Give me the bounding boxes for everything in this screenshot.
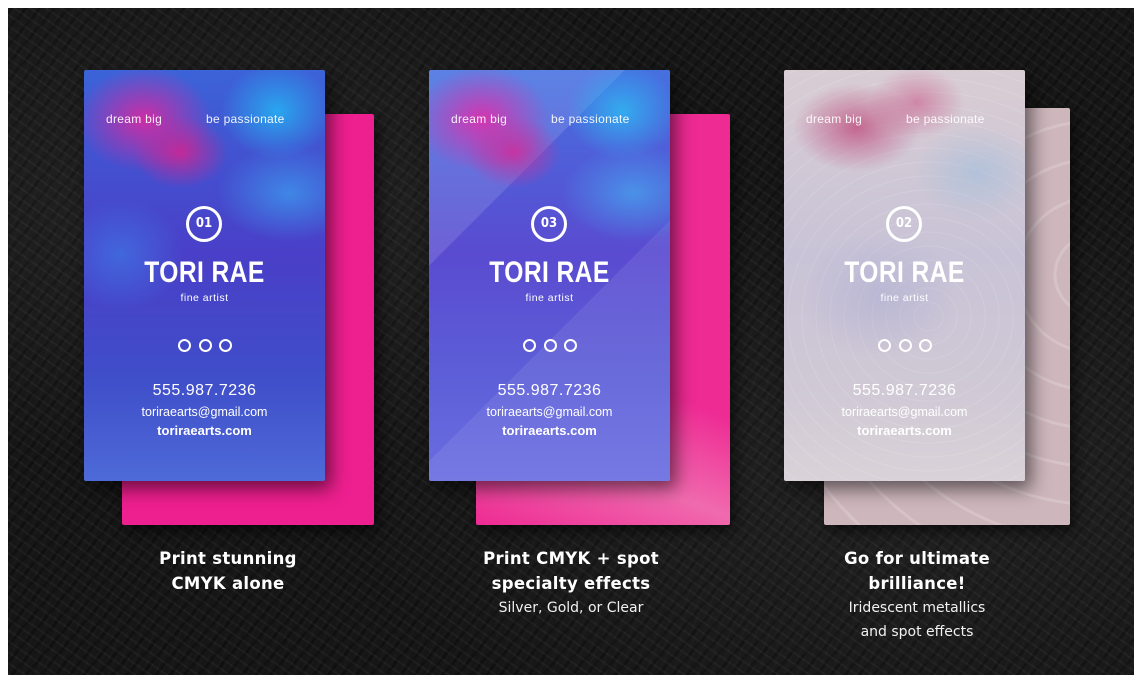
- card-name: TORI RAE: [844, 256, 965, 289]
- card-front-3: dream big be passionate 02 TORI RAE fine…: [784, 70, 1025, 481]
- card-website: toriraearts.com: [502, 423, 597, 438]
- card-role: fine artist: [525, 292, 574, 304]
- card-number-badge: 03: [531, 206, 567, 242]
- card-name: TORI RAE: [489, 256, 610, 289]
- caption-2: Print CMYK + spot specialty effects Silv…: [451, 546, 691, 620]
- caption-subtitle-line-1: Silver, Gold, or Clear: [498, 600, 644, 616]
- dots-icon: [178, 339, 232, 353]
- card-tagline-left: dream big: [806, 112, 863, 126]
- card-email: toriraearts@gmail.com: [141, 405, 268, 419]
- photo-background: dream big be passionate 01 TORI RAE fine…: [8, 8, 1134, 675]
- caption-title-line-1: Go for ultimate: [844, 549, 990, 568]
- caption-subtitle-line-2: and spot effects: [860, 624, 974, 640]
- caption-title-line-2: CMYK alone: [171, 574, 285, 593]
- caption-subtitle-line-1: Iridescent metallics: [848, 600, 986, 616]
- caption-3: Go for ultimate brilliance! Iridescent m…: [797, 546, 1037, 644]
- caption-1: Print stunning CMYK alone: [108, 546, 348, 596]
- card-tagline-right: be passionate: [551, 112, 630, 126]
- card-front-2: dream big be passionate 03 TORI RAE fine…: [429, 70, 670, 481]
- caption-title-line-1: Print stunning: [159, 549, 297, 568]
- card-phone: 555.987.7236: [852, 382, 957, 399]
- card-number-badge: 02: [886, 206, 922, 242]
- card-tagline-left: dream big: [451, 112, 508, 126]
- card-phone: 555.987.7236: [152, 382, 257, 399]
- card-website: toriraearts.com: [857, 423, 952, 438]
- card-email: toriraearts@gmail.com: [486, 405, 613, 419]
- card-name: TORI RAE: [144, 256, 265, 289]
- card-front-1: dream big be passionate 01 TORI RAE fine…: [84, 70, 325, 481]
- dots-icon: [878, 339, 932, 353]
- card-role: fine artist: [180, 292, 229, 304]
- card-phone: 555.987.7236: [497, 382, 602, 399]
- caption-title-line-1: Print CMYK + spot: [483, 549, 659, 568]
- card-email: toriraearts@gmail.com: [841, 405, 968, 419]
- caption-title-line-2: specialty effects: [491, 574, 651, 593]
- card-role: fine artist: [880, 292, 929, 304]
- caption-title-line-2: brilliance!: [868, 574, 966, 593]
- dots-icon: [523, 339, 577, 353]
- card-tagline-left: dream big: [106, 112, 163, 126]
- card-number-badge: 01: [186, 206, 222, 242]
- card-website: toriraearts.com: [157, 423, 252, 438]
- card-tagline-right: be passionate: [206, 112, 285, 126]
- card-tagline-right: be passionate: [906, 112, 985, 126]
